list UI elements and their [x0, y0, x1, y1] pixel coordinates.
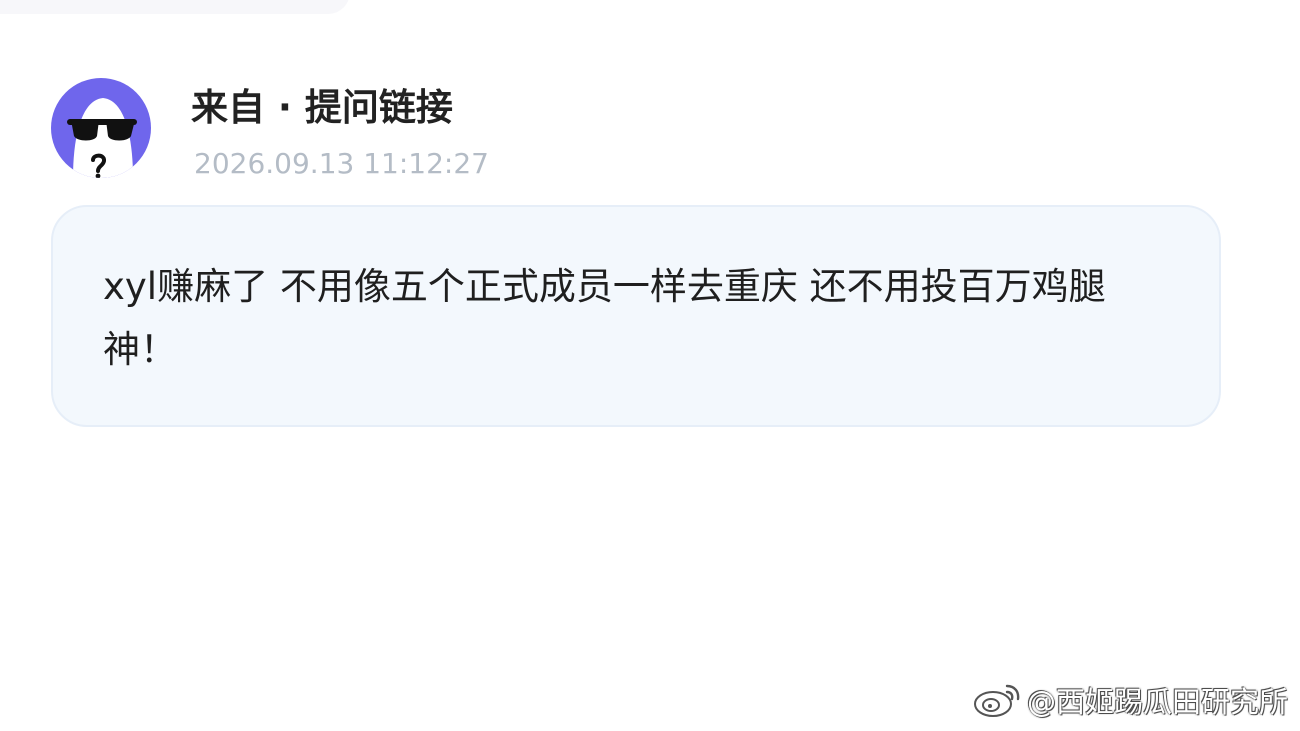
qa-post-screen: 来自 · 提问链接 2026.09.13 11:12:27 xyl赚麻了 不用像… [0, 0, 1300, 731]
weibo-logo-icon [973, 684, 1020, 717]
sunglasses-ghost-icon [67, 98, 137, 178]
top-tab-edge [0, 0, 350, 14]
post-timestamp: 2026.09.13 11:12:27 [194, 147, 489, 180]
avatar[interactable] [51, 78, 151, 178]
watermark: @西姬踢瓜田研究所 [971, 680, 1288, 720]
message-card: xyl赚麻了 不用像五个正式成员一样去重庆 还不用投百万鸡腿 神！ [51, 205, 1221, 427]
message-text: xyl赚麻了 不用像五个正式成员一样去重庆 还不用投百万鸡腿 神！ [103, 265, 1106, 371]
author-name: 来自 · 提问链接 [191, 86, 453, 129]
watermark-text: @西姬踢瓜田研究所 [1026, 685, 1288, 719]
